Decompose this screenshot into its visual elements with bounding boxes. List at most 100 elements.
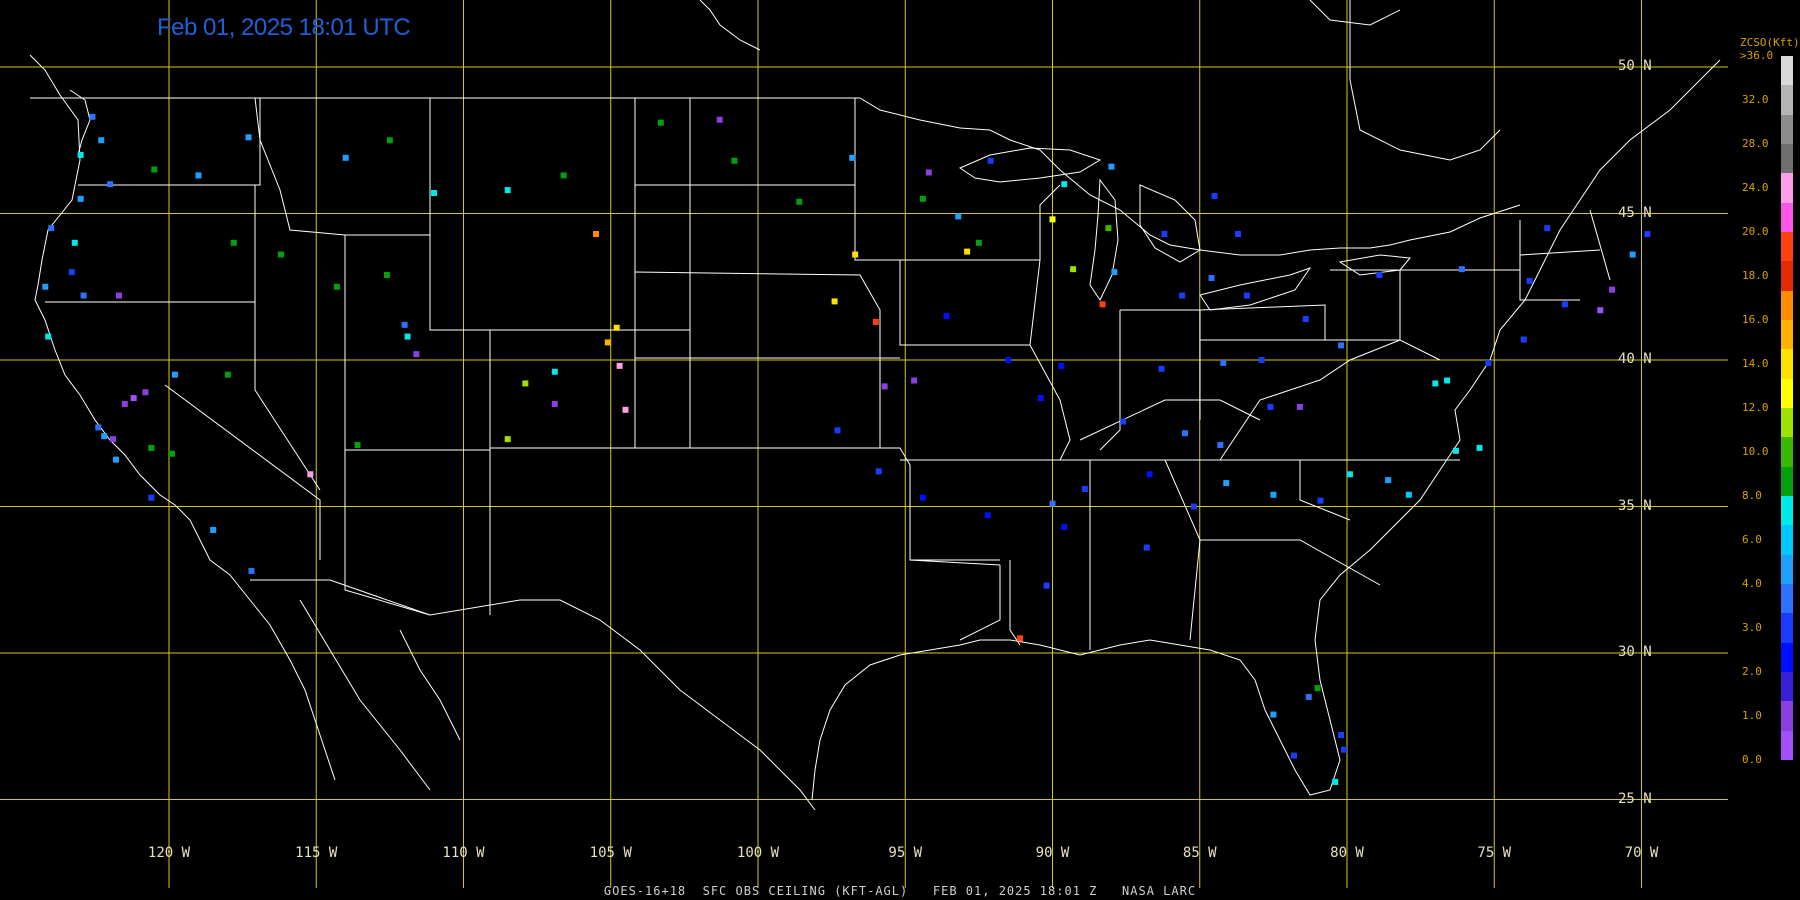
obs-point	[1258, 357, 1265, 363]
obs-point	[911, 377, 918, 384]
lat-label: 40 N	[1618, 351, 1652, 367]
obs-point	[1597, 307, 1604, 314]
obs-point	[622, 406, 629, 413]
lon-label: 75 W	[1477, 845, 1512, 861]
legend-tick-label: 32.0	[1742, 93, 1769, 106]
legend-tick-label: 6.0	[1742, 533, 1762, 546]
lake-erie	[1199, 267, 1312, 311]
obs-point	[1049, 500, 1056, 507]
legend-tick-label: 12.0	[1742, 401, 1769, 414]
legend-swatch	[1781, 114, 1793, 144]
obs-point	[1243, 292, 1250, 299]
lat-label: 35 N	[1618, 497, 1652, 514]
legend-color-bar	[1781, 56, 1793, 760]
obs-point	[955, 213, 962, 220]
mexico-border	[250, 579, 816, 811]
obs-point	[1061, 524, 1068, 531]
obs-point	[1217, 441, 1224, 448]
lake-michigan	[1089, 178, 1119, 302]
legend-swatch	[1781, 378, 1793, 408]
obs-point	[1267, 403, 1274, 410]
obs-point	[210, 526, 217, 533]
obs-point	[1099, 301, 1106, 308]
obs-point	[1385, 477, 1392, 484]
legend-title: ZCSO(Kft)	[1740, 36, 1800, 49]
obs-point	[1220, 359, 1227, 366]
obs-point	[1302, 315, 1309, 322]
obs-point	[71, 239, 78, 246]
obs-point	[1005, 357, 1012, 363]
footer-caption: GOES-16+18 SFC OBS CEILING (KFT-AGL) FEB…	[603, 884, 1197, 898]
obs-point	[354, 441, 361, 448]
obs-point	[42, 283, 49, 290]
obs-point	[1314, 685, 1321, 692]
obs-point	[852, 251, 859, 258]
obs-point	[142, 389, 149, 396]
obs-point	[872, 318, 879, 325]
lon-label: 90 W	[1035, 845, 1070, 861]
obs-point	[112, 456, 119, 463]
obs-point	[504, 187, 511, 194]
legend-swatch	[1781, 466, 1793, 496]
obs-point	[248, 567, 255, 574]
obs-point	[89, 113, 96, 120]
obs-point	[77, 195, 84, 202]
obs-point	[401, 321, 408, 328]
obs-point	[1037, 395, 1044, 402]
obs-point	[1158, 365, 1165, 372]
coastlines-and-borders	[29, 0, 1721, 811]
obs-point	[48, 225, 55, 232]
obs-point	[1161, 231, 1168, 238]
obs-point	[230, 239, 237, 246]
obs-point	[1341, 746, 1348, 753]
legend-swatch	[1781, 642, 1793, 672]
obs-point	[849, 154, 856, 161]
legend-swatch	[1781, 525, 1793, 555]
obs-point	[716, 116, 723, 123]
obs-point	[1070, 266, 1077, 273]
obs-point	[171, 371, 178, 378]
legend-swatch	[1781, 437, 1793, 467]
obs-point	[1211, 192, 1218, 199]
legend-swatch	[1781, 671, 1793, 702]
obs-point	[115, 292, 122, 299]
obs-point	[1526, 277, 1533, 284]
obs-point	[110, 436, 117, 443]
obs-point	[383, 272, 390, 279]
obs-point	[1270, 711, 1277, 718]
legend-swatch	[1781, 319, 1793, 350]
obs-point	[1208, 274, 1215, 281]
obs-point	[1458, 266, 1465, 273]
obs-point	[1043, 582, 1050, 589]
obs-point	[1452, 447, 1459, 454]
obs-point	[277, 251, 284, 258]
obs-point	[1346, 471, 1353, 478]
legend-swatch	[1781, 701, 1793, 731]
legend-tick-label: 18.0	[1742, 269, 1769, 282]
legend-swatch	[1781, 583, 1793, 614]
legend-swatch	[1781, 231, 1793, 262]
obs-point	[342, 154, 349, 161]
legend-swatch	[1781, 290, 1793, 320]
legend-tick-label: 24.0	[1742, 181, 1769, 194]
obs-point	[1405, 491, 1412, 498]
lon-label: 85 W	[1182, 845, 1217, 861]
obs-point	[1338, 342, 1345, 349]
legend-swatch	[1781, 407, 1793, 438]
obs-point	[224, 371, 231, 378]
obs-point	[964, 248, 971, 255]
obs-point	[1270, 491, 1277, 498]
obs-point	[613, 324, 620, 331]
obs-point	[1182, 430, 1189, 437]
lon-label: 110 W	[442, 845, 485, 861]
obs-point	[431, 189, 438, 196]
obs-point	[98, 137, 105, 144]
obs-point	[1111, 269, 1118, 276]
obs-point	[881, 383, 888, 390]
obs-point	[604, 339, 611, 346]
legend-swatch	[1781, 143, 1793, 174]
legend-swatch	[1781, 613, 1793, 643]
obs-point	[1049, 216, 1056, 223]
lake-superior	[958, 147, 1102, 183]
obs-point	[1520, 336, 1527, 343]
